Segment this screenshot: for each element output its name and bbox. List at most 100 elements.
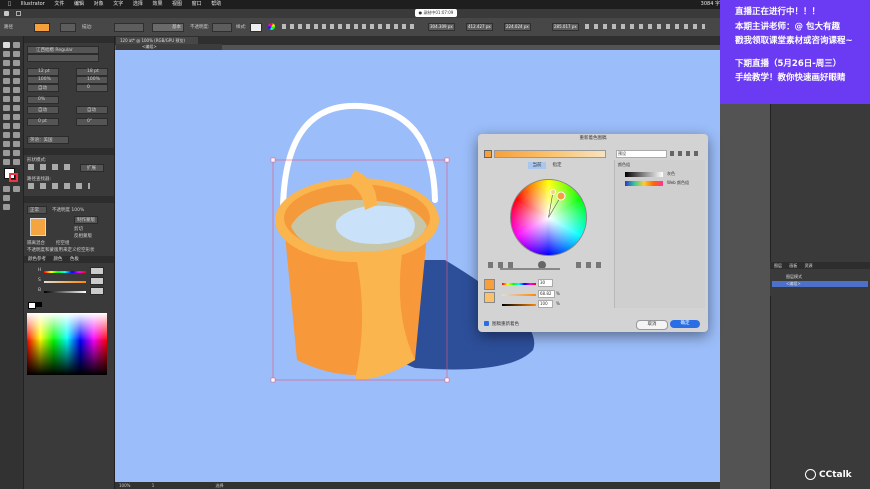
tab-assign[interactable]: 指定 <box>548 162 566 169</box>
magic-wand-tool-icon[interactable] <box>3 51 10 57</box>
dialog-h-slider[interactable] <box>502 283 536 285</box>
s-slider[interactable] <box>44 281 86 283</box>
zoom-level[interactable]: 100% <box>119 483 130 488</box>
lasso-tool-icon[interactable] <box>13 51 20 57</box>
shaper-tool-icon[interactable] <box>3 87 10 93</box>
menu-edit[interactable]: 编辑 <box>74 1 84 7</box>
tab-layers[interactable]: 图层 <box>774 263 782 268</box>
mesh-tool-icon[interactable] <box>3 123 10 129</box>
hand-tool-icon[interactable] <box>3 159 10 165</box>
stroke-swatch[interactable] <box>60 23 76 32</box>
resize-handle-br[interactable] <box>444 377 450 383</box>
dialog-b-slider[interactable] <box>502 304 536 306</box>
perspective-tool-icon[interactable] <box>13 114 20 120</box>
opacity-input[interactable] <box>212 23 232 32</box>
slice-tool-icon[interactable] <box>13 150 20 156</box>
artboard-number[interactable]: 1 <box>152 483 155 488</box>
x-input[interactable]: 304.309 px <box>428 23 455 31</box>
vscale-input[interactable]: 100% <box>27 76 59 84</box>
workspace-icon[interactable] <box>16 11 21 16</box>
brightness-slider[interactable] <box>500 268 560 270</box>
resize-handle-tr[interactable] <box>444 157 450 163</box>
width-tool-icon[interactable] <box>3 105 10 111</box>
hscale-input[interactable]: 100% <box>76 76 108 84</box>
zoom-tool-icon[interactable] <box>13 159 20 165</box>
web-group-swatches[interactable] <box>625 181 663 186</box>
w-input[interactable]: 224.024 px <box>504 23 531 31</box>
y-input[interactable]: 412.427 px <box>466 23 493 31</box>
h-input[interactable]: 285.017 px <box>552 23 579 31</box>
knockout-group-checkbox[interactable]: 挖空组 <box>56 240 70 246</box>
menu-object[interactable]: 对象 <box>94 1 104 7</box>
secondary-color-swatch[interactable] <box>484 292 495 303</box>
baseline-input[interactable]: 0 pt <box>27 118 59 126</box>
color-spectrum[interactable] <box>27 313 107 375</box>
live-stream-banner[interactable]: 直播正在进行中！！！ 本期主讲老师：@ 包大有趣 戳我领取课堂素材或咨询课程~ … <box>720 0 870 104</box>
symbol-sprayer-tool-icon[interactable] <box>3 141 10 147</box>
menu-view[interactable]: 视图 <box>172 1 182 7</box>
screen-mode-icon[interactable] <box>3 204 10 210</box>
apple-icon[interactable]:  <box>8 1 11 7</box>
harmony-icons[interactable] <box>576 262 606 268</box>
curvature-tool-icon[interactable] <box>13 60 20 66</box>
dialog-h-input[interactable]: 30 <box>538 279 553 287</box>
tracking-input[interactable]: 0 <box>76 84 108 92</box>
direct-selection-tool-icon[interactable] <box>13 42 20 48</box>
b-input[interactable] <box>90 287 104 295</box>
resize-handle-tl[interactable] <box>270 157 276 163</box>
artboard-tool-icon[interactable] <box>3 150 10 156</box>
fill-swatch[interactable] <box>34 23 50 32</box>
line-tool-icon[interactable] <box>13 69 20 75</box>
preset-select[interactable]: 预设 <box>616 150 667 158</box>
tsume-input[interactable]: 0% <box>27 96 59 104</box>
resize-handle-bl[interactable] <box>270 377 276 383</box>
menu-file[interactable]: 文件 <box>54 1 64 7</box>
isolate-blending-checkbox[interactable]: 隔离混合 <box>27 240 45 246</box>
transform-icons[interactable] <box>585 24 705 29</box>
home-icon[interactable] <box>4 11 9 16</box>
type-tool-icon[interactable] <box>3 69 10 75</box>
dialog-b-input[interactable]: 100 <box>538 300 553 308</box>
stroke-color-icon[interactable] <box>9 173 18 182</box>
tab-color[interactable]: 颜色 <box>53 257 62 262</box>
font-style-select[interactable] <box>27 54 99 62</box>
selection-tool-icon[interactable] <box>3 42 10 48</box>
aki-left-input[interactable]: 自动 <box>27 106 59 114</box>
rectangle-tool-icon[interactable] <box>3 78 10 84</box>
layer-row[interactable]: 图层模式 <box>772 274 868 280</box>
language-select[interactable]: 英语：美国 <box>27 136 69 144</box>
draw-mode-icon[interactable] <box>3 195 10 201</box>
expand-button[interactable]: 扩展 <box>80 164 104 172</box>
menu-select[interactable]: 选择 <box>133 1 143 7</box>
font-family-select[interactable]: 江西拙楷 Regular <box>27 46 99 54</box>
blend-tool-icon[interactable] <box>13 132 20 138</box>
rotation-input[interactable]: 0° <box>76 118 108 126</box>
gray-group-swatches[interactable] <box>625 172 663 177</box>
rotate-tool-icon[interactable] <box>3 96 10 102</box>
recolor-icon[interactable] <box>268 23 275 30</box>
recolor-checkbox[interactable] <box>484 321 489 326</box>
aki-right-input[interactable]: 自动 <box>76 106 108 114</box>
eraser-tool-icon[interactable] <box>13 87 20 93</box>
color-mode-icon[interactable] <box>3 186 10 192</box>
kerning-input[interactable]: 自动 <box>27 84 59 92</box>
invert-mask-checkbox[interactable]: 反相蒙版 <box>74 233 92 239</box>
opacity-mask-checkbox[interactable]: 不透明度和蒙版用来定义挖空形状 <box>27 247 95 253</box>
black-swatch[interactable] <box>36 302 42 307</box>
dialog-tool-icons[interactable] <box>670 151 702 156</box>
gradient-tool-icon[interactable] <box>13 123 20 129</box>
cancel-button[interactable]: 取消 <box>636 320 668 330</box>
h-slider[interactable] <box>44 271 86 273</box>
tab-swatches[interactable]: 色板 <box>70 257 79 262</box>
dialog-s-slider[interactable] <box>502 294 536 296</box>
b-slider[interactable] <box>44 291 86 293</box>
brush-tool-icon[interactable] <box>13 78 20 84</box>
dialog-s-input[interactable]: 68.82 <box>538 290 555 298</box>
color-wheel[interactable] <box>510 179 587 256</box>
base-color-swatch[interactable] <box>484 279 495 290</box>
leading-input[interactable]: 18 pt <box>76 68 108 76</box>
gradient-mode-icon[interactable] <box>13 186 20 192</box>
clip-checkbox[interactable]: 剪切 <box>74 226 83 232</box>
pen-tool-icon[interactable] <box>3 60 10 66</box>
graph-tool-icon[interactable] <box>13 141 20 147</box>
